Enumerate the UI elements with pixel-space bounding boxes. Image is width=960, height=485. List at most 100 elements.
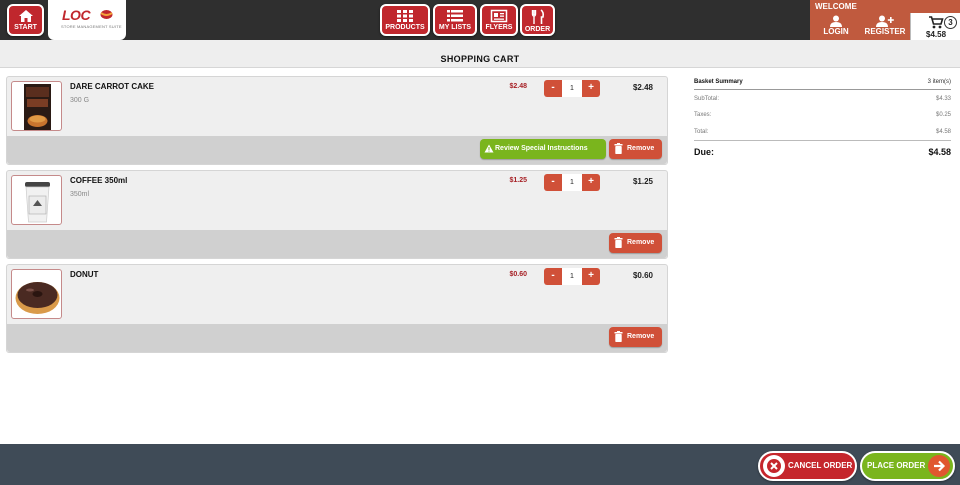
cart-item: DARE CARROT CAKE 300 G $2.48 - 1 + $2.48… (6, 76, 668, 165)
add-user-icon (876, 15, 894, 27)
login-label: LOGIN (823, 27, 849, 36)
product-thumbnail[interactable] (11, 269, 62, 319)
taxes-row: Taxes: $0.25 (694, 112, 951, 118)
unit-price: $2.48 (509, 83, 527, 90)
remove-label: Remove (627, 239, 655, 246)
basket-summary-title: Basket Summary (694, 79, 743, 85)
item-description: 350ml (70, 191, 90, 198)
nav-products-label: PRODUCTS (385, 24, 425, 31)
remove-label: Remove (627, 145, 655, 152)
due-label: Due: (694, 147, 714, 157)
decrease-quantity-button[interactable]: - (544, 174, 562, 191)
quantity-stepper: - 1 + (544, 80, 600, 98)
quantity-stepper: - 1 + (544, 174, 600, 192)
user-icon (830, 15, 842, 27)
item-actions: Remove (7, 324, 667, 352)
item-name: COFFEE 350ml (70, 176, 128, 185)
cancel-order-button[interactable]: CANCEL ORDER (758, 451, 857, 481)
home-icon (18, 10, 33, 22)
warning-icon (484, 144, 494, 153)
newspaper-icon (490, 9, 508, 23)
grid-icon (397, 10, 413, 22)
remove-item-button[interactable]: Remove (609, 139, 662, 159)
quantity-input[interactable]: 1 (562, 80, 582, 97)
decrease-quantity-button[interactable]: - (544, 80, 562, 97)
nav-flyers-label: FLYERS (485, 24, 513, 31)
trash-icon (614, 331, 623, 342)
product-thumbnail[interactable] (11, 81, 62, 131)
total-value: $4.58 (935, 129, 951, 135)
increase-quantity-button[interactable]: + (582, 174, 600, 191)
item-name: DONUT (70, 270, 99, 279)
increase-quantity-button[interactable]: + (582, 80, 600, 97)
nav-my-lists-button[interactable]: MY LISTS (433, 4, 477, 36)
coffee-cup-image (25, 182, 50, 223)
product-thumbnail[interactable] (11, 175, 62, 225)
taxes-label: Taxes: (694, 112, 712, 118)
start-label: START (14, 24, 37, 31)
basket-item-count: 3 item(s) (927, 79, 951, 85)
item-actions: Remove (7, 230, 667, 258)
total-row: Total: $4.58 (694, 129, 951, 135)
total-label: Total: (694, 129, 709, 135)
due-row: Due: $4.58 (694, 147, 951, 157)
login-button[interactable]: LOGIN (818, 13, 854, 40)
unit-price: $1.25 (509, 177, 527, 184)
cart-item: COFFEE 350ml 350ml $1.25 - 1 + $1.25 Rem… (6, 170, 668, 259)
remove-label: Remove (627, 333, 655, 340)
donut-image (15, 282, 60, 314)
line-total: $2.48 (632, 83, 653, 92)
shopping-cart-icon (929, 16, 944, 29)
place-order-button[interactable]: PLACE ORDER (860, 451, 955, 481)
subtotal-row: SubTotal: $4.33 (694, 96, 951, 102)
nav-order-button[interactable]: ORDER (520, 4, 555, 36)
subtotal-value: $4.33 (935, 96, 951, 102)
nav-order-label: ORDER (524, 26, 551, 33)
increase-quantity-button[interactable]: + (582, 268, 600, 285)
basket-summary-header: Basket Summary 3 item(s) (694, 79, 951, 90)
logo-mark-icon (100, 10, 113, 19)
bottom-bar: CANCEL ORDER PLACE ORDER (0, 444, 960, 485)
close-icon (763, 455, 785, 477)
logo[interactable]: LOC STORE MANAGEMENT SUITE (48, 0, 126, 40)
start-button[interactable]: START (7, 4, 44, 36)
welcome-label: WELCOME (815, 2, 857, 11)
cutlery-icon (531, 9, 544, 24)
register-button[interactable]: REGISTER (862, 13, 908, 40)
taxes-value: $0.25 (935, 112, 951, 118)
cart-count-badge: 3 (944, 16, 957, 29)
cancel-order-label: CANCEL ORDER (788, 461, 853, 470)
remove-item-button[interactable]: Remove (609, 327, 662, 347)
list-icon (447, 10, 463, 22)
quantity-input[interactable]: 1 (562, 174, 582, 191)
due-value: $4.58 (928, 147, 951, 157)
summary-divider (694, 140, 951, 141)
item-name: DARE CARROT CAKE (70, 82, 154, 91)
logo-subtitle: STORE MANAGEMENT SUITE (61, 24, 122, 29)
title-strip: SHOPPING CART (0, 40, 960, 68)
cart-item: DONUT $0.60 - 1 + $0.60 Remove (6, 264, 668, 353)
decrease-quantity-button[interactable]: - (544, 268, 562, 285)
arrow-right-icon (928, 455, 950, 477)
subtotal-label: SubTotal: (694, 96, 720, 102)
nav-flyers-button[interactable]: FLYERS (480, 4, 518, 36)
quantity-stepper: - 1 + (544, 268, 600, 286)
quantity-input[interactable]: 1 (562, 268, 582, 285)
cart-summary-button[interactable]: 3 $4.58 (910, 13, 960, 40)
review-special-instructions-label: Review Special Instructions (495, 145, 588, 152)
remove-item-button[interactable]: Remove (609, 233, 662, 253)
line-total: $0.60 (632, 271, 653, 280)
nav-products-button[interactable]: PRODUCTS (380, 4, 430, 36)
logo-text: LOC (62, 7, 91, 23)
trash-icon (614, 143, 623, 154)
trash-icon (614, 237, 623, 248)
unit-price: $0.60 (509, 271, 527, 278)
page-title: SHOPPING CART (440, 54, 520, 64)
register-label: REGISTER (864, 27, 906, 36)
item-description: 300 G (70, 97, 90, 104)
line-total: $1.25 (632, 177, 653, 186)
item-actions: Review Special Instructions Remove (7, 136, 667, 164)
cart-total: $4.58 (926, 30, 947, 39)
review-special-instructions-button[interactable]: Review Special Instructions (480, 139, 606, 159)
carrot-cake-image (24, 84, 51, 130)
